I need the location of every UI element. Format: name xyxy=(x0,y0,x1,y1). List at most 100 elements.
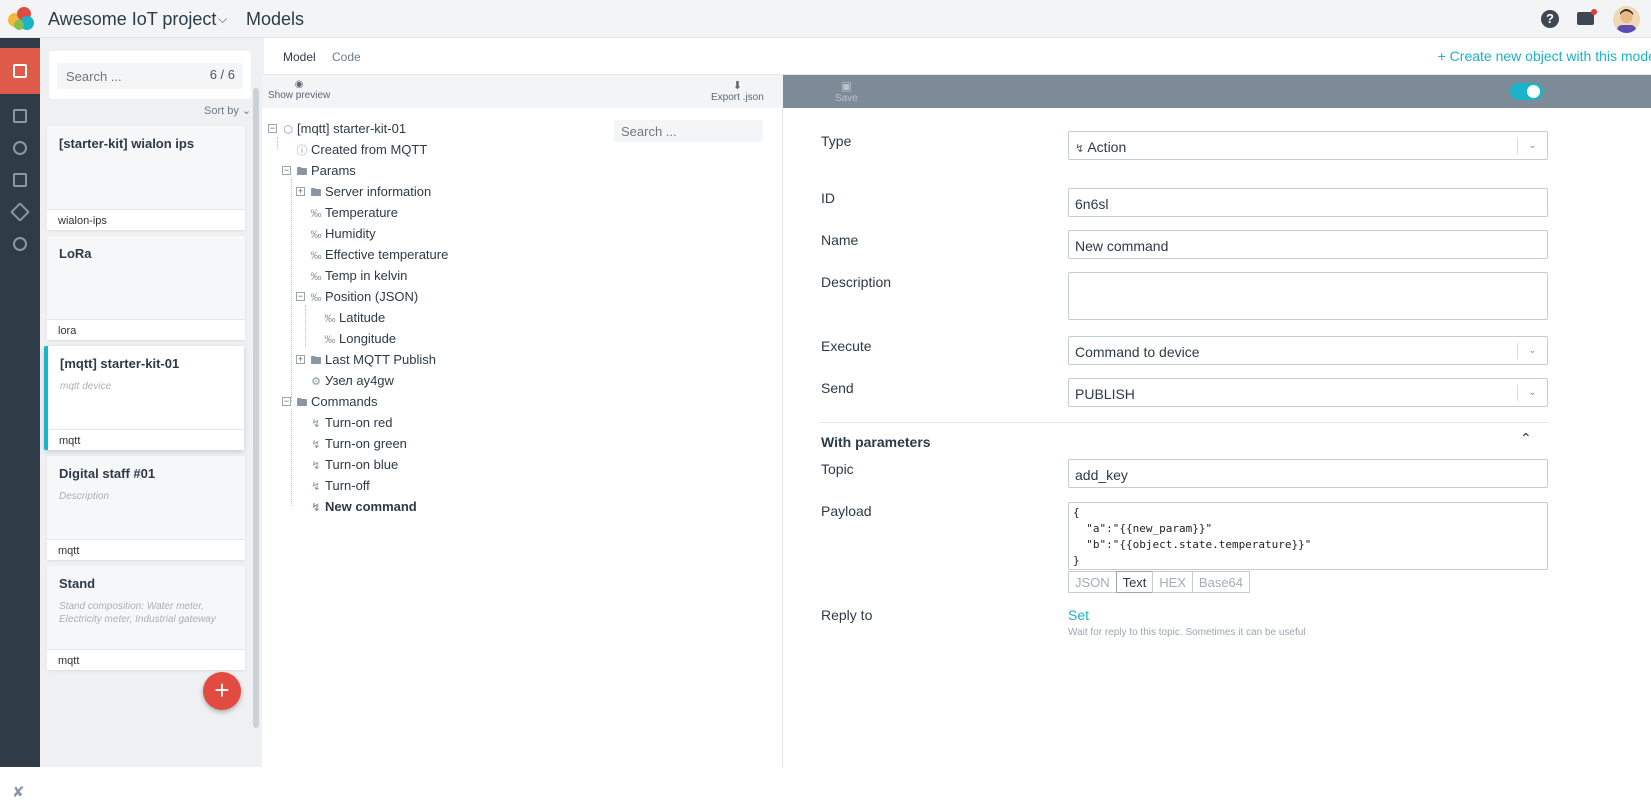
command-editor-panel: ▣ Save Type ↯ Action ⌄ ID 6n6sl Name New… xyxy=(783,75,1651,767)
payload-field[interactable]: { "a":"{{new_param}}" "b":"{{object.stat… xyxy=(1068,502,1548,570)
format-json-button[interactable]: JSON xyxy=(1068,571,1117,593)
save-button[interactable]: ▣ Save xyxy=(835,79,858,104)
card-title: Digital staff #01 xyxy=(59,466,156,481)
models-list-panel: 6 / 6 Sort by ⌄ [starter-kit] wialon ips… xyxy=(40,38,264,767)
folder-icon: 🖿 xyxy=(296,397,308,409)
tree-node-commands[interactable]: 🖿 Commands xyxy=(295,392,378,412)
tree-label: Turn-on green xyxy=(325,436,407,451)
tree-line xyxy=(291,409,292,506)
tree-label: Turn-off xyxy=(325,478,370,493)
format-hex-button[interactable]: HEX xyxy=(1152,571,1194,593)
app-logo-icon[interactable] xyxy=(6,5,36,33)
tree-node-params[interactable]: 🖿 Params xyxy=(295,161,356,181)
create-object-link[interactable]: + Create new object with this model xyxy=(1438,48,1651,64)
tree-node-longitude[interactable]: ‰ Longitude xyxy=(323,329,397,349)
nav-models-icon[interactable] xyxy=(0,48,40,94)
reply-to-set-link[interactable]: Set xyxy=(1068,607,1089,623)
thermometer-icon: ‰ xyxy=(310,250,322,262)
chevron-down-icon: ⌄ xyxy=(1517,385,1547,401)
tree-search-input[interactable] xyxy=(614,120,763,142)
collapse-toggle[interactable]: − xyxy=(268,124,277,133)
send-value: PUBLISH xyxy=(1075,386,1135,402)
sort-by-button[interactable]: Sort by ⌄ xyxy=(204,104,251,117)
tools-icon[interactable]: ✘ xyxy=(12,783,25,801)
model-card[interactable]: Stand Stand composition: Water meter, El… xyxy=(47,566,245,670)
tree-node-position[interactable]: ‰ Position (JSON) xyxy=(309,287,419,307)
tree-node-server-info[interactable]: 🖿 Server information xyxy=(309,182,432,202)
tree-node-last-publish[interactable]: 🖿 Last MQTT Publish xyxy=(309,350,437,370)
tab-model[interactable]: Model xyxy=(283,50,316,64)
tree-node-turn-off[interactable]: ↯ Turn-off xyxy=(309,476,370,496)
tree-node-humidity[interactable]: ‰ Humidity xyxy=(309,224,376,244)
help-icon[interactable]: ? xyxy=(1541,10,1559,28)
topic-label: Topic xyxy=(821,461,854,477)
folder-icon: 🖿 xyxy=(310,187,322,199)
thermometer-icon: ‰ xyxy=(310,229,322,241)
tree-node-eff-temp[interactable]: ‰ Effective temperature xyxy=(309,245,449,265)
tab-code[interactable]: Code xyxy=(332,50,361,64)
tree-node-temperature[interactable]: ‰ Temperature xyxy=(309,203,398,223)
tree-node-turn-red[interactable]: ↯ Turn-on red xyxy=(309,413,392,433)
lightning-icon: ↯ xyxy=(1075,143,1085,155)
tree-node-latitude[interactable]: ‰ Latitude xyxy=(323,308,386,328)
collapse-toggle[interactable]: − xyxy=(282,397,291,406)
export-json-button[interactable]: ⬇ Export .json xyxy=(711,79,764,103)
tree-node-new-command[interactable]: ↯ New command xyxy=(309,497,416,517)
send-select[interactable]: PUBLISH ⌄ xyxy=(1068,378,1548,407)
collapse-toggle[interactable]: − xyxy=(296,292,305,301)
enabled-toggle[interactable] xyxy=(1510,83,1543,100)
send-label: Send xyxy=(821,380,854,396)
tree-node-turn-green[interactable]: ↯ Turn-on green xyxy=(309,434,407,454)
tree-node-turn-blue[interactable]: ↯ Turn-on blue xyxy=(309,455,398,475)
description-field[interactable] xyxy=(1068,272,1548,320)
gear-icon: ⚙ xyxy=(311,376,321,388)
search-count: 6 / 6 xyxy=(209,67,235,82)
model-card[interactable]: Digital staff #01 Description mqtt xyxy=(47,456,245,560)
expand-toggle[interactable]: + xyxy=(296,187,305,196)
list-scrollbar[interactable] xyxy=(253,88,259,728)
expand-toggle[interactable]: + xyxy=(296,355,305,364)
toggle-knob xyxy=(1527,85,1540,98)
topic-field[interactable]: add_key xyxy=(1068,459,1548,488)
save-icon: ▣ xyxy=(840,79,853,93)
name-field[interactable]: New command xyxy=(1068,230,1548,259)
save-label: Save xyxy=(835,93,858,104)
editor-toolbar: ▣ Save xyxy=(783,75,1651,108)
chevron-down-icon[interactable]: ⌵ xyxy=(218,12,227,27)
execute-select[interactable]: Command to device ⌄ xyxy=(1068,336,1548,365)
type-select[interactable]: ↯ Action ⌄ xyxy=(1068,131,1548,160)
tree-node-uzel[interactable]: ⚙ Узел ay4gw xyxy=(309,371,394,391)
tree-label: Server information xyxy=(325,184,432,199)
format-base64-button[interactable]: Base64 xyxy=(1191,571,1251,593)
with-parameters-header[interactable]: With parameters xyxy=(821,434,931,450)
card-description: Stand composition: Water meter, Electric… xyxy=(59,601,216,625)
project-name[interactable]: Awesome IoT project xyxy=(48,9,216,30)
execute-label: Execute xyxy=(821,338,872,354)
nav-settings-icon[interactable] xyxy=(0,224,40,264)
collapse-toggle[interactable]: − xyxy=(282,166,291,175)
card-description: mqtt device xyxy=(60,381,112,392)
tree-label: Last MQTT Publish xyxy=(325,352,437,367)
card-type: mqtt xyxy=(47,539,245,560)
add-model-button[interactable]: + xyxy=(203,672,241,710)
cube-icon: ⬡ xyxy=(283,124,293,136)
model-card[interactable]: [starter-kit] wialon ips wialon-ips xyxy=(47,126,245,230)
avatar[interactable] xyxy=(1613,6,1640,33)
tree-label: Turn-on red xyxy=(325,415,393,430)
chevron-down-icon: ⌄ xyxy=(1517,343,1547,359)
model-card-selected[interactable]: [mqtt] starter-kit-01 mqtt device mqtt xyxy=(44,346,244,450)
id-field[interactable]: 6n6sl xyxy=(1068,188,1548,217)
divider xyxy=(819,422,1549,423)
payload-format-group: JSON Text HEX Base64 xyxy=(1068,571,1251,593)
show-preview-button[interactable]: ◉ Show preview xyxy=(268,79,330,101)
tree-label: Temp in kelvin xyxy=(325,268,408,283)
card-title: LoRa xyxy=(59,246,92,261)
tree-line xyxy=(305,305,306,347)
tree-node-root[interactable]: ⬡ [mqtt] starter-kit-01 xyxy=(281,119,406,139)
format-text-button[interactable]: Text xyxy=(1115,571,1154,593)
tree-node-created[interactable]: ⓘ Created from MQTT xyxy=(295,140,428,160)
model-card[interactable]: LoRa lora xyxy=(47,236,245,340)
tree-line xyxy=(291,179,292,401)
tree-node-temp-kelvin[interactable]: ‰ Temp in kelvin xyxy=(309,266,408,286)
chevron-up-icon[interactable]: ⌃ xyxy=(1520,430,1532,447)
